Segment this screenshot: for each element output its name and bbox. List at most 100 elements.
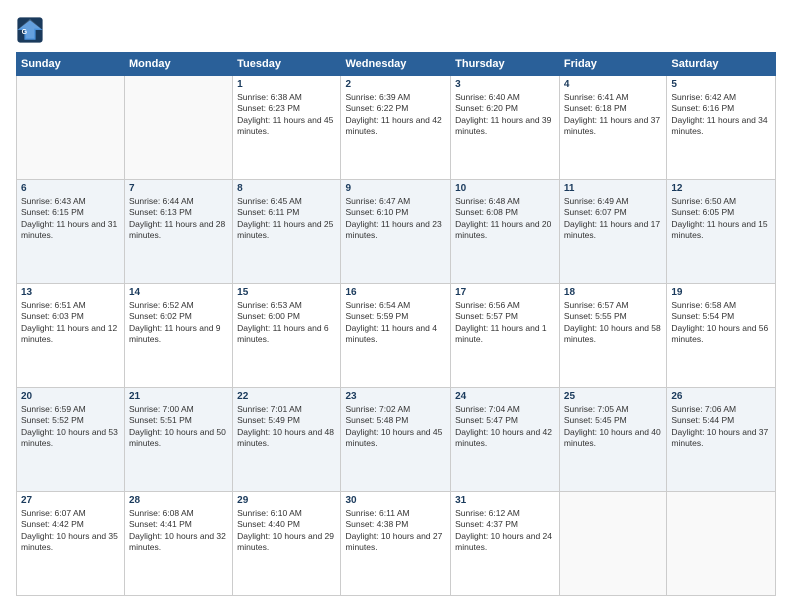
calendar-cell: 1 Sunrise: 6:38 AMSunset: 6:23 PMDaylight… [233, 76, 341, 180]
calendar-week-row: 27 Sunrise: 6:07 AMSunset: 4:42 PMDayligh… [17, 492, 776, 596]
header: G [16, 16, 776, 44]
day-number: 14 [129, 287, 228, 298]
col-header-thursday: Thursday [451, 53, 560, 76]
day-info: Sunrise: 6:49 AMSunset: 6:07 PMDaylight:… [564, 196, 662, 242]
day-info: Sunrise: 6:47 AMSunset: 6:10 PMDaylight:… [345, 196, 446, 242]
logo-icon: G [16, 16, 44, 44]
day-number: 17 [455, 287, 555, 298]
calendar-cell: 27 Sunrise: 6:07 AMSunset: 4:42 PMDayligh… [17, 492, 125, 596]
day-number: 13 [21, 287, 120, 298]
calendar-cell: 11 Sunrise: 6:49 AMSunset: 6:07 PMDayligh… [559, 180, 666, 284]
calendar-cell: 19 Sunrise: 6:58 AMSunset: 5:54 PMDayligh… [667, 284, 776, 388]
day-info: Sunrise: 7:02 AMSunset: 5:48 PMDaylight:… [345, 404, 446, 450]
day-number: 11 [564, 183, 662, 194]
day-number: 23 [345, 391, 446, 402]
calendar-cell: 24Sunrise: 7:04 AMSunset: 5:47 PMDayligh… [451, 388, 560, 492]
day-info: Sunrise: 6:51 AMSunset: 6:03 PMDaylight:… [21, 300, 120, 346]
day-info: Sunrise: 6:07 AMSunset: 4:42 PMDaylight:… [21, 508, 120, 554]
calendar-cell: 30 Sunrise: 6:11 AMSunset: 4:38 PMDayligh… [341, 492, 451, 596]
day-number: 31 [455, 495, 555, 506]
day-number: 3 [455, 79, 555, 90]
day-info: Sunrise: 7:00 AMSunset: 5:51 PMDaylight:… [129, 404, 228, 450]
calendar-cell: 5 Sunrise: 6:42 AMSunset: 6:16 PMDaylight… [667, 76, 776, 180]
day-info: Sunrise: 6:41 AMSunset: 6:18 PMDaylight:… [564, 92, 662, 138]
calendar-cell: 12Sunrise: 6:50 AMSunset: 6:05 PMDayligh… [667, 180, 776, 284]
day-info: Sunrise: 6:57 AMSunset: 5:55 PMDaylight:… [564, 300, 662, 346]
day-info: Sunrise: 6:45 AMSunset: 6:11 PMDaylight:… [237, 196, 336, 242]
calendar-cell [667, 492, 776, 596]
day-info: Sunrise: 7:06 AMSunset: 5:44 PMDaylight:… [671, 404, 771, 450]
day-info: Sunrise: 6:54 AMSunset: 5:59 PMDaylight:… [345, 300, 446, 346]
day-info: Sunrise: 6:58 AMSunset: 5:54 PMDaylight:… [671, 300, 771, 346]
day-number: 29 [237, 495, 336, 506]
calendar-cell: 23 Sunrise: 7:02 AMSunset: 5:48 PMDayligh… [341, 388, 451, 492]
col-header-monday: Monday [125, 53, 233, 76]
calendar-cell: 3 Sunrise: 6:40 AMSunset: 6:20 PMDaylight… [451, 76, 560, 180]
day-info: Sunrise: 6:42 AMSunset: 6:16 PMDaylight:… [671, 92, 771, 138]
day-info: Sunrise: 7:01 AMSunset: 5:49 PMDaylight:… [237, 404, 336, 450]
day-number: 25 [564, 391, 662, 402]
day-info: Sunrise: 6:56 AMSunset: 5:57 PMDaylight:… [455, 300, 555, 346]
calendar-cell: 10 Sunrise: 6:48 AMSunset: 6:08 PMDayligh… [451, 180, 560, 284]
calendar-cell: 16Sunrise: 6:54 AMSunset: 5:59 PMDayligh… [341, 284, 451, 388]
col-header-friday: Friday [559, 53, 666, 76]
calendar-cell: 28Sunrise: 6:08 AMSunset: 4:41 PMDayligh… [125, 492, 233, 596]
page: G SundayMondayTuesdayWednesdayThursdayFr… [0, 0, 792, 612]
calendar-cell: 4 Sunrise: 6:41 AMSunset: 6:18 PMDaylight… [559, 76, 666, 180]
calendar-cell [125, 76, 233, 180]
calendar-cell: 14 Sunrise: 6:52 AMSunset: 6:02 PMDayligh… [125, 284, 233, 388]
col-header-wednesday: Wednesday [341, 53, 451, 76]
day-info: Sunrise: 7:05 AMSunset: 5:45 PMDaylight:… [564, 404, 662, 450]
day-number: 9 [345, 183, 446, 194]
day-info: Sunrise: 6:44 AMSunset: 6:13 PMDaylight:… [129, 196, 228, 242]
day-number: 10 [455, 183, 555, 194]
calendar-cell: 31 Sunrise: 6:12 AMSunset: 4:37 PMDayligh… [451, 492, 560, 596]
calendar-cell: 29 Sunrise: 6:10 AMSunset: 4:40 PMDayligh… [233, 492, 341, 596]
day-info: Sunrise: 7:04 AMSunset: 5:47 PMDaylight:… [455, 404, 555, 450]
calendar-week-row: 13 Sunrise: 6:51 AMSunset: 6:03 PMDayligh… [17, 284, 776, 388]
day-number: 4 [564, 79, 662, 90]
calendar-cell: 13 Sunrise: 6:51 AMSunset: 6:03 PMDayligh… [17, 284, 125, 388]
calendar-cell: 15Sunrise: 6:53 AMSunset: 6:00 PMDayligh… [233, 284, 341, 388]
col-header-tuesday: Tuesday [233, 53, 341, 76]
calendar-week-row: 1 Sunrise: 6:38 AMSunset: 6:23 PMDaylight… [17, 76, 776, 180]
day-info: Sunrise: 6:52 AMSunset: 6:02 PMDaylight:… [129, 300, 228, 346]
day-info: Sunrise: 6:38 AMSunset: 6:23 PMDaylight:… [237, 92, 336, 138]
calendar-cell: 22Sunrise: 7:01 AMSunset: 5:49 PMDayligh… [233, 388, 341, 492]
calendar-cell [559, 492, 666, 596]
day-info: Sunrise: 6:10 AMSunset: 4:40 PMDaylight:… [237, 508, 336, 554]
day-number: 19 [671, 287, 771, 298]
day-number: 7 [129, 183, 228, 194]
calendar-cell: 9 Sunrise: 6:47 AMSunset: 6:10 PMDaylight… [341, 180, 451, 284]
calendar-week-row: 6Sunrise: 6:43 AMSunset: 6:15 PMDaylight… [17, 180, 776, 284]
day-number: 6 [21, 183, 120, 194]
calendar-table: SundayMondayTuesdayWednesdayThursdayFrid… [16, 52, 776, 596]
calendar-cell: 6Sunrise: 6:43 AMSunset: 6:15 PMDaylight… [17, 180, 125, 284]
day-number: 30 [345, 495, 446, 506]
logo: G [16, 16, 48, 44]
day-number: 12 [671, 183, 771, 194]
day-info: Sunrise: 6:40 AMSunset: 6:20 PMDaylight:… [455, 92, 555, 138]
day-number: 1 [237, 79, 336, 90]
calendar-cell: 25 Sunrise: 7:05 AMSunset: 5:45 PMDayligh… [559, 388, 666, 492]
calendar-week-row: 20Sunrise: 6:59 AMSunset: 5:52 PMDayligh… [17, 388, 776, 492]
day-number: 21 [129, 391, 228, 402]
calendar-cell: 26Sunrise: 7:06 AMSunset: 5:44 PMDayligh… [667, 388, 776, 492]
col-header-sunday: Sunday [17, 53, 125, 76]
day-number: 2 [345, 79, 446, 90]
calendar-cell: 7 Sunrise: 6:44 AMSunset: 6:13 PMDaylight… [125, 180, 233, 284]
day-info: Sunrise: 6:12 AMSunset: 4:37 PMDaylight:… [455, 508, 555, 554]
calendar-cell: 20Sunrise: 6:59 AMSunset: 5:52 PMDayligh… [17, 388, 125, 492]
day-info: Sunrise: 6:11 AMSunset: 4:38 PMDaylight:… [345, 508, 446, 554]
calendar-cell [17, 76, 125, 180]
day-number: 18 [564, 287, 662, 298]
day-number: 5 [671, 79, 771, 90]
calendar-cell: 17 Sunrise: 6:56 AMSunset: 5:57 PMDayligh… [451, 284, 560, 388]
day-number: 8 [237, 183, 336, 194]
day-info: Sunrise: 6:08 AMSunset: 4:41 PMDaylight:… [129, 508, 228, 554]
calendar-cell: 21 Sunrise: 7:00 AMSunset: 5:51 PMDayligh… [125, 388, 233, 492]
day-number: 27 [21, 495, 120, 506]
day-info: Sunrise: 6:39 AMSunset: 6:22 PMDaylight:… [345, 92, 446, 138]
day-info: Sunrise: 6:48 AMSunset: 6:08 PMDaylight:… [455, 196, 555, 242]
calendar-header-row: SundayMondayTuesdayWednesdayThursdayFrid… [17, 53, 776, 76]
